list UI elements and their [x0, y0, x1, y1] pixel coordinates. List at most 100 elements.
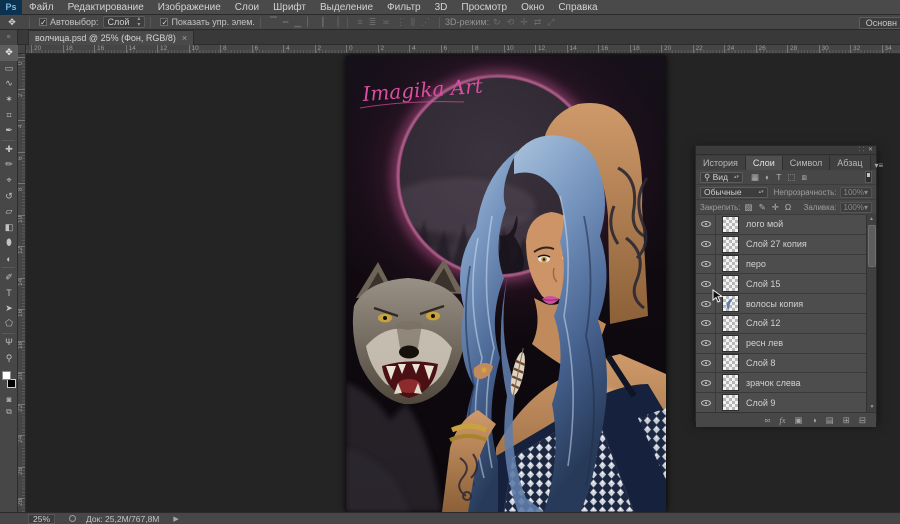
eye-icon[interactable]	[701, 380, 711, 386]
menu-редактирование[interactable]: Редактирование	[61, 0, 151, 15]
layer-visibility-cell[interactable]	[696, 334, 716, 353]
workspace-switcher-button[interactable]: Основн	[859, 17, 900, 29]
layer-thumbnail[interactable]	[722, 394, 739, 411]
eye-icon[interactable]	[701, 400, 711, 406]
layer-visibility-cell[interactable]	[696, 314, 716, 333]
eye-icon[interactable]	[701, 261, 711, 267]
layer-visibility-cell[interactable]	[696, 255, 716, 274]
layer-group-icon[interactable]: ▤	[826, 415, 834, 426]
layer-name[interactable]: Слой 15	[746, 279, 780, 289]
history-brush-tool[interactable]: ↺	[0, 188, 18, 204]
auto-select-checkbox[interactable]: ✓	[39, 18, 47, 26]
quick-mask-icon[interactable]: ◙	[0, 393, 18, 406]
current-tool-icon[interactable]: ✥	[0, 17, 24, 28]
eye-icon[interactable]	[701, 340, 711, 346]
eraser-tool[interactable]: ▱	[0, 204, 18, 220]
layer-row[interactable]: Слой 8	[696, 354, 876, 374]
blur-tool[interactable]: ⬮	[0, 235, 18, 251]
filter-toggle-switch[interactable]	[865, 171, 872, 183]
layer-thumbnail[interactable]	[722, 255, 739, 272]
layer-thumbnail[interactable]	[722, 236, 739, 253]
layer-row[interactable]: волосы копия	[696, 294, 876, 314]
filter-kind-dropdown[interactable]: ⚲ Вид ▴▾	[700, 172, 743, 183]
layer-visibility-cell[interactable]	[696, 235, 716, 254]
layer-name[interactable]: зрачок слева	[746, 378, 801, 388]
quick-selection-tool[interactable]: ✶	[0, 92, 18, 108]
path-selection-tool[interactable]: ➤	[0, 301, 18, 317]
menu-выделение[interactable]: Выделение	[313, 0, 380, 15]
layer-row[interactable]: Слой 12	[696, 314, 876, 334]
scroll-up-icon[interactable]: ▲	[867, 215, 876, 224]
tab-абзац[interactable]: Абзац	[830, 156, 870, 170]
menu-просмотр[interactable]: Просмотр	[454, 0, 514, 15]
layer-row[interactable]: Слой 27 копия	[696, 235, 876, 255]
layer-row[interactable]: Слой 9	[696, 393, 876, 413]
lock-pixels-icon[interactable]: ✎	[759, 202, 766, 213]
layer-thumbnail[interactable]	[722, 315, 739, 332]
healing-brush-tool[interactable]: ✚	[0, 142, 18, 158]
lock-position-icon[interactable]: ✛	[772, 202, 779, 213]
layer-thumbnail[interactable]	[722, 295, 739, 312]
move-tool[interactable]: ✥	[0, 45, 18, 61]
crop-tool[interactable]: ⌗	[0, 107, 18, 123]
filter-adjustment-layers-icon[interactable]: ◐	[765, 172, 770, 183]
color-swatches[interactable]	[0, 369, 18, 393]
canvas-artwork[interactable]: Imagika Art	[346, 56, 666, 512]
auto-select-dropdown[interactable]: Слой ▴▾	[103, 16, 146, 28]
panel-menu-icon[interactable]: ▾≡	[871, 161, 888, 170]
clone-stamp-tool[interactable]: ⌖	[0, 173, 18, 189]
blend-mode-dropdown[interactable]: Обычные ▴▾	[700, 187, 768, 198]
adjustment-layer-icon[interactable]: ◑	[812, 415, 817, 425]
layer-thumbnail[interactable]	[722, 374, 739, 391]
layer-visibility-cell[interactable]	[696, 354, 716, 373]
eye-icon[interactable]	[701, 360, 711, 366]
delete-layer-icon[interactable]: ⊟	[859, 415, 866, 426]
pen-tool[interactable]: ✐	[0, 269, 18, 285]
layer-thumbnail[interactable]	[722, 275, 739, 292]
new-layer-icon[interactable]: ⊞	[843, 415, 850, 426]
layer-name[interactable]: Слой 8	[746, 358, 775, 368]
layer-thumbnail[interactable]	[722, 335, 739, 352]
filter-shape-layers-icon[interactable]: ⬚	[787, 172, 795, 183]
status-expand-icon[interactable]: ▶	[173, 515, 178, 523]
foreground-color-swatch[interactable]	[2, 371, 11, 380]
layer-thumbnail[interactable]	[722, 216, 739, 233]
layer-visibility-cell[interactable]	[696, 373, 716, 392]
eye-icon[interactable]	[701, 301, 711, 307]
layer-effects-icon[interactable]: fx	[779, 415, 785, 425]
hand-tool[interactable]: Ψ	[0, 335, 18, 351]
scrollbar-thumb[interactable]	[868, 225, 876, 267]
layer-row[interactable]: Слой 15	[696, 274, 876, 294]
layers-scrollbar[interactable]: ▲ ▼	[866, 215, 876, 412]
layer-mask-icon[interactable]: ▣	[795, 415, 803, 426]
opacity-value-box[interactable]: 100% ▾	[840, 187, 872, 198]
layer-visibility-cell[interactable]	[696, 393, 716, 412]
menu-файл[interactable]: Файл	[22, 0, 61, 15]
tab-символ[interactable]: Символ	[783, 156, 830, 170]
eye-icon[interactable]	[701, 320, 711, 326]
show-transform-controls-checkbox[interactable]: ✓	[160, 18, 168, 26]
menu-фильтр[interactable]: Фильтр	[380, 0, 428, 15]
gradient-tool[interactable]: ◧	[0, 220, 18, 236]
layer-name[interactable]: Слой 9	[746, 398, 775, 408]
marquee-tool[interactable]: ▭	[0, 61, 18, 77]
filter-smart-objects-icon[interactable]: ⧈	[801, 172, 806, 183]
tab-история[interactable]: История	[696, 156, 746, 170]
lock-transparency-icon[interactable]: ▨	[745, 202, 753, 213]
layer-visibility-cell[interactable]	[696, 215, 716, 234]
tab-слои[interactable]: Слои	[746, 156, 783, 170]
layer-thumbnail[interactable]	[722, 354, 739, 371]
layer-name[interactable]: Слой 12	[746, 318, 780, 328]
link-layers-icon[interactable]: ∞	[764, 415, 770, 425]
eyedropper-tool[interactable]: ✒	[0, 123, 18, 139]
layer-visibility-cell[interactable]	[696, 274, 716, 293]
filter-pixel-layers-icon[interactable]: ▦	[751, 172, 759, 183]
eye-icon[interactable]	[701, 241, 711, 247]
brush-tool[interactable]: ✏	[0, 157, 18, 173]
eye-icon[interactable]	[701, 281, 711, 287]
menu-окно[interactable]: Окно	[514, 0, 551, 15]
background-color-swatch[interactable]	[7, 379, 16, 388]
layer-name[interactable]: перо	[746, 259, 766, 269]
layer-name[interactable]: волосы копия	[746, 299, 803, 309]
horizontal-ruler[interactable]: 2018161412108642024681012141618202224262…	[26, 45, 900, 54]
